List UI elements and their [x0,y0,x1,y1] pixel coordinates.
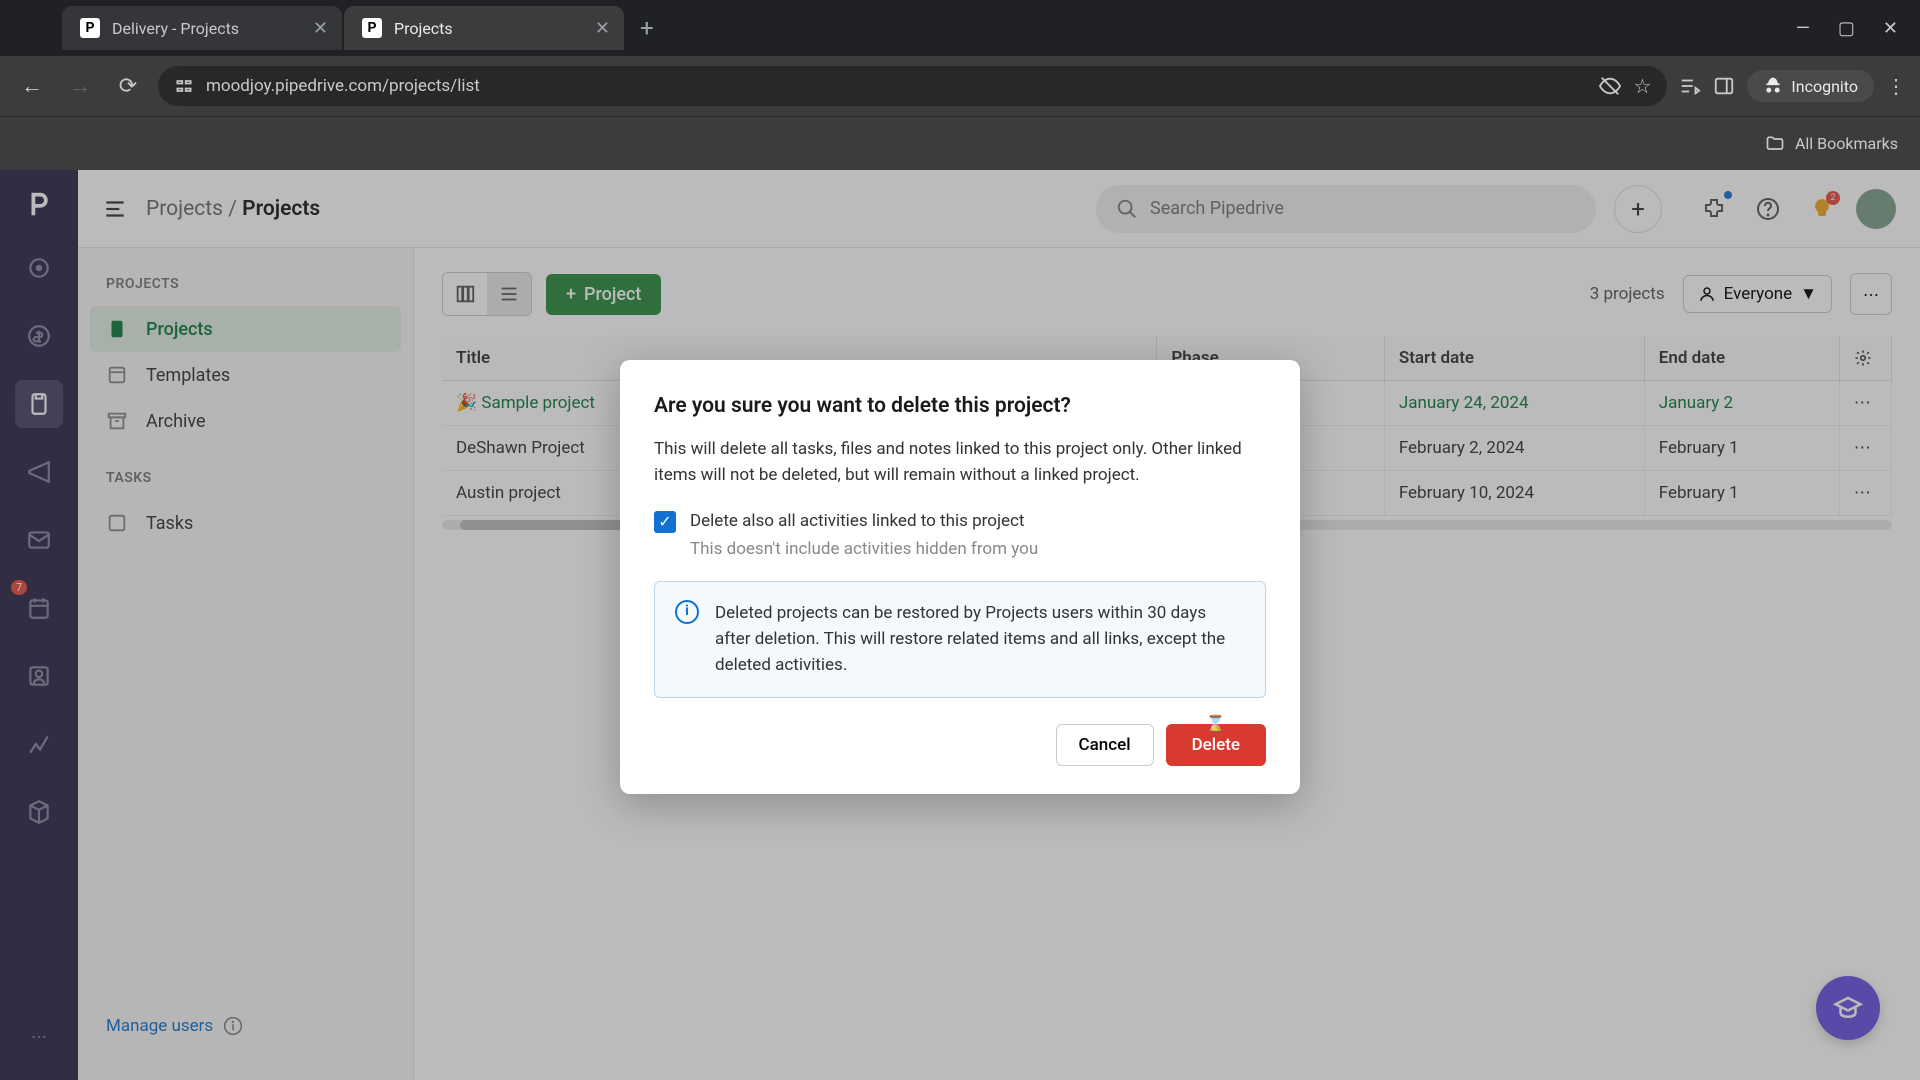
tab-title: Delivery - Projects [112,19,313,38]
info-box: i Deleted projects can be restored by Pr… [654,581,1266,698]
reload-icon[interactable]: ⟳ [110,68,146,104]
url-text: moodjoy.pipedrive.com/projects/list [206,76,1587,96]
browser-tab[interactable]: P Projects ✕ [344,6,624,50]
checkbox-label: Delete also all activities linked to thi… [690,511,1024,533]
forward-icon[interactable]: → [62,68,98,104]
hourglass-cursor-icon: ⌛ [1206,714,1226,733]
browser-chrome: P Delivery - Projects ✕ P Projects ✕ + —… [0,0,1920,170]
back-icon[interactable]: ← [14,68,50,104]
modal-actions: Cancel ⌛ Delete [654,724,1266,766]
info-icon: i [675,600,699,624]
app-root: 7 ⋯ Projects / Projects [0,170,1920,1080]
url-input[interactable]: moodjoy.pipedrive.com/projects/list ☆ [158,66,1667,106]
star-icon[interactable]: ☆ [1633,74,1651,98]
checkbox-row: ✓ Delete also all activities linked to t… [654,511,1266,533]
incognito-icon [1763,76,1783,96]
address-bar: ← → ⟳ moodjoy.pipedrive.com/projects/lis… [0,56,1920,116]
delete-button[interactable]: ⌛ Delete [1166,724,1266,766]
all-bookmarks-link[interactable]: All Bookmarks [1795,134,1898,153]
delete-activities-checkbox[interactable]: ✓ [654,511,676,533]
close-window-icon[interactable]: ✕ [1883,18,1898,39]
cancel-button[interactable]: Cancel [1056,724,1154,766]
modal-overlay[interactable]: Are you sure you want to delete this pro… [0,170,1920,1080]
modal-title: Are you sure you want to delete this pro… [654,394,1266,418]
favicon-icon: P [362,18,382,38]
tab-bar: P Delivery - Projects ✕ P Projects ✕ + —… [0,0,1920,56]
window-controls: — ▢ ✕ [1796,18,1920,39]
tab-title: Projects [394,19,595,38]
checkbox-hint: This doesn't include activities hidden f… [690,539,1266,559]
incognito-label: Incognito [1791,77,1858,96]
bookmark-bar: All Bookmarks [0,116,1920,170]
panel-icon[interactable] [1713,75,1735,97]
minimize-icon[interactable]: — [1796,18,1810,39]
delete-modal: Are you sure you want to delete this pro… [620,360,1300,794]
incognito-chip[interactable]: Incognito [1747,70,1874,102]
site-settings-icon[interactable] [174,76,194,96]
modal-body: This will delete all tasks, files and no… [654,436,1266,489]
maximize-icon[interactable]: ▢ [1838,18,1855,39]
browser-tab[interactable]: P Delivery - Projects ✕ [62,6,342,50]
close-icon[interactable]: ✕ [313,18,328,39]
playlist-icon[interactable] [1679,75,1701,97]
favicon-icon: P [80,18,100,38]
close-icon[interactable]: ✕ [595,18,610,39]
folder-icon [1765,134,1785,154]
new-tab-button[interactable]: + [640,14,654,42]
menu-icon[interactable]: ⋮ [1886,74,1906,98]
info-text: Deleted projects can be restored by Proj… [715,600,1245,679]
eye-off-icon[interactable] [1599,75,1621,97]
